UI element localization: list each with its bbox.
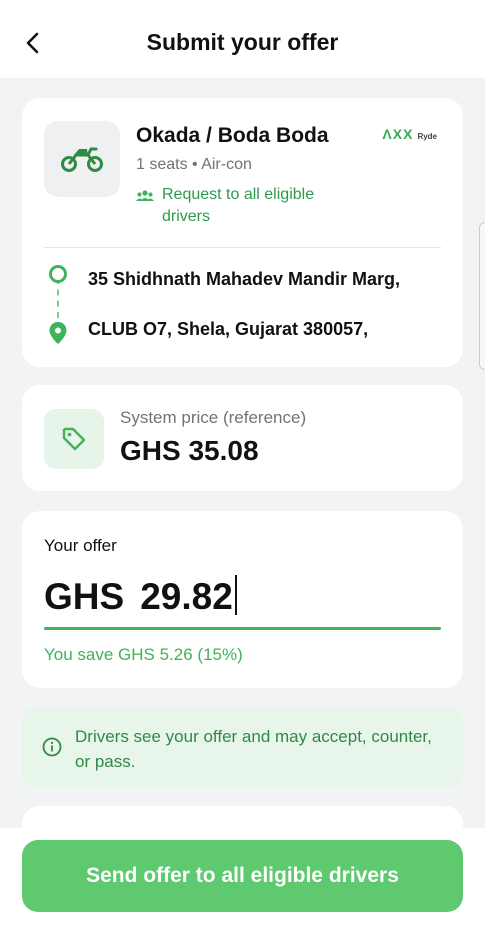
top-bar: Submit your offer [0, 0, 485, 78]
brand-mark: ΛXX [382, 126, 414, 142]
offer-amount-input[interactable]: GHS 29.82 [44, 569, 237, 618]
request-scope: Request to all eligible drivers [136, 184, 366, 228]
page-title: Submit your offer [146, 29, 339, 55]
vehicle-icon-box [44, 121, 120, 197]
origin-marker-icon [49, 265, 67, 283]
system-price-label: System price (reference) [120, 408, 307, 427]
info-text: Drivers see your offer and may accept, c… [75, 727, 432, 771]
offer-currency: GHS [44, 576, 125, 617]
info-notice: Drivers see your offer and may accept, c… [22, 707, 463, 787]
request-text: Request to all eligible drivers [162, 186, 315, 225]
destination-address: CLUB O7, Shela, Gujarat 380057, [88, 319, 369, 339]
info-icon [42, 737, 62, 757]
offer-amount-text: 29.82 [140, 576, 233, 617]
offer-card: Your offer GHS 29.82 You save GHS 5.26 (… [22, 511, 463, 688]
offer-amount-value: 29.82 [140, 569, 237, 618]
motorcycle-icon [61, 147, 103, 172]
group-icon [136, 190, 154, 201]
ride-meta: 1 seats • Air-con [136, 156, 252, 173]
send-offer-button[interactable]: Send offer to all eligible drivers [22, 840, 463, 912]
text-caret [234, 575, 237, 615]
ride-type-name: Okada / Boda Boda [136, 124, 329, 147]
scroll-handle[interactable] [479, 222, 485, 370]
input-underline [44, 627, 441, 630]
savings-text: You save GHS 5.26 (15%) [44, 645, 243, 664]
system-price-card: System price (reference) GHS 35.08 [22, 385, 463, 491]
divider [44, 247, 441, 248]
origin-address: 35 Shidhnath Mahadev Mandir Marg, [88, 269, 401, 289]
brand-sub: Ryde [417, 132, 437, 141]
brand-logo: ΛXX Ryde [382, 126, 437, 142]
offer-label: Your offer [44, 536, 117, 555]
price-tag-box [44, 409, 104, 469]
system-price-value: GHS 35.08 [120, 435, 259, 466]
destination-pin-icon [49, 322, 67, 344]
route-connector [57, 278, 59, 318]
ride-summary-card: Okada / Boda Boda ΛXX Ryde 1 seats • Air… [22, 98, 463, 367]
price-tag-icon [62, 427, 86, 451]
